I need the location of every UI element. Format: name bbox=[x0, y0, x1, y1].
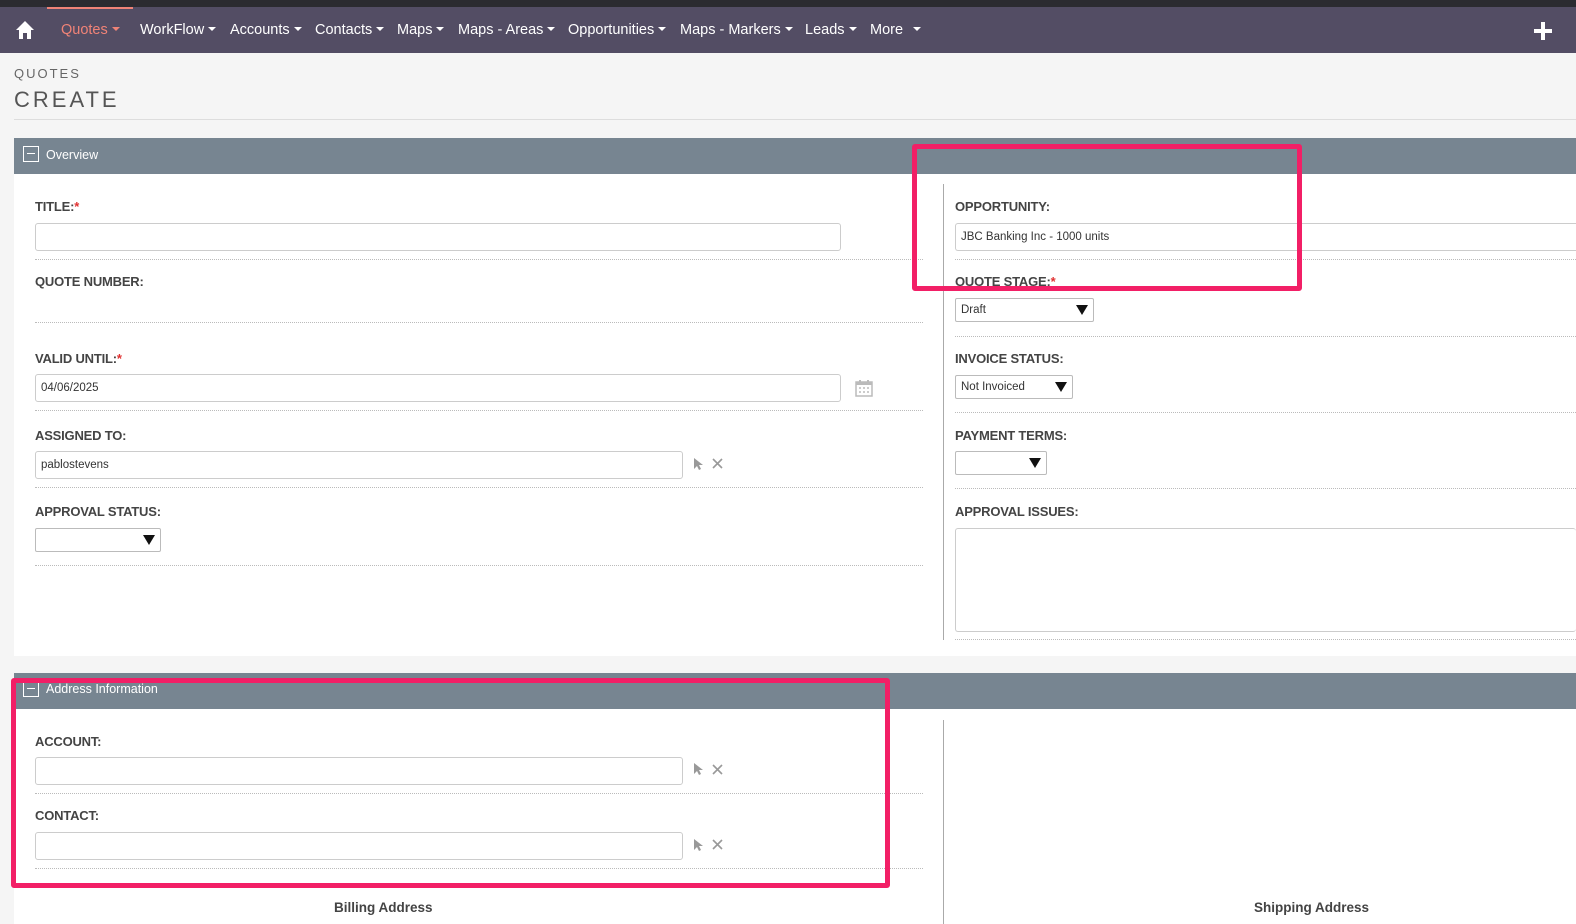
caret-down-icon bbox=[658, 27, 667, 31]
top-navigation-bar: Quotes WorkFlow Accounts Contacts Maps M… bbox=[0, 7, 1576, 53]
field-divider bbox=[955, 336, 1576, 337]
nav-item-maps[interactable]: Maps bbox=[397, 22, 445, 38]
field-divider bbox=[35, 259, 923, 260]
nav-item-label: Quotes bbox=[61, 22, 108, 38]
field-divider bbox=[955, 488, 1576, 489]
approval-issues-label: APPROVAL ISSUES: bbox=[955, 504, 1079, 519]
field-divider bbox=[955, 412, 1576, 413]
nav-item-more[interactable]: More bbox=[870, 22, 922, 38]
select-value: Not Invoiced bbox=[961, 381, 1025, 393]
select-cursor-icon[interactable] bbox=[693, 762, 705, 776]
select-value: Draft bbox=[961, 304, 986, 316]
caret-down-icon bbox=[111, 27, 120, 31]
nav-item-label: Accounts bbox=[230, 22, 290, 38]
nav-item-label: Maps bbox=[397, 22, 433, 38]
module-title: QUOTES bbox=[14, 66, 81, 81]
caret-down-icon bbox=[293, 27, 302, 31]
title-input[interactable] bbox=[35, 223, 841, 251]
nav-item-label: Maps - Areas bbox=[458, 22, 544, 38]
valid-until-label: VALID UNTIL:* bbox=[35, 351, 122, 366]
calendar-icon[interactable] bbox=[855, 379, 873, 397]
nav-item-label: Opportunities bbox=[568, 22, 655, 38]
collapse-icon[interactable] bbox=[23, 146, 39, 162]
clear-icon[interactable] bbox=[712, 764, 723, 775]
nav-item-leads[interactable]: Leads bbox=[805, 22, 857, 38]
select-cursor-icon[interactable] bbox=[693, 838, 705, 852]
contact-label: CONTACT: bbox=[35, 808, 99, 823]
address-panel-header[interactable]: Address Information bbox=[14, 673, 1576, 709]
title-label: TITLE:* bbox=[35, 199, 80, 214]
approval-status-label: APPROVAL STATUS: bbox=[35, 504, 161, 519]
nav-item-label: Leads bbox=[805, 22, 845, 38]
payment-terms-select[interactable] bbox=[955, 451, 1047, 475]
payment-terms-label: PAYMENT TERMS: bbox=[955, 428, 1068, 443]
overview-panel-body: TITLE:* QUOTE NUMBER: VALID UNTIL:* 04/0… bbox=[14, 174, 1576, 656]
caret-down-icon bbox=[208, 27, 217, 31]
nav-item-label: Maps - Markers bbox=[680, 22, 781, 38]
address-panel-body: ACCOUNT: CONTACT: Billing Address Shippi… bbox=[14, 709, 1576, 924]
dropdown-arrow-icon bbox=[1076, 305, 1088, 315]
nav-item-label: Contacts bbox=[315, 22, 373, 38]
opportunity-label: OPPORTUNITY: bbox=[955, 199, 1050, 214]
assigned-to-label: ASSIGNED TO: bbox=[35, 428, 127, 443]
invoice-status-select[interactable]: Not Invoiced bbox=[955, 375, 1073, 399]
field-divider bbox=[35, 487, 923, 488]
nav-item-opportunities[interactable]: Opportunities bbox=[568, 22, 667, 38]
caret-down-icon bbox=[913, 27, 922, 31]
plus-icon[interactable] bbox=[1533, 21, 1553, 41]
caret-down-icon bbox=[436, 27, 445, 31]
approval-issues-textarea[interactable] bbox=[955, 528, 1576, 632]
nav-item-label: More bbox=[870, 22, 904, 38]
field-divider bbox=[35, 410, 923, 411]
column-divider bbox=[943, 184, 944, 640]
contact-input[interactable] bbox=[35, 832, 683, 860]
collapse-icon[interactable] bbox=[23, 681, 39, 697]
nav-item-maps-areas[interactable]: Maps - Areas bbox=[458, 22, 556, 38]
field-divider bbox=[955, 639, 1576, 640]
account-input[interactable] bbox=[35, 757, 683, 785]
clear-icon[interactable] bbox=[712, 458, 723, 469]
home-icon[interactable] bbox=[14, 19, 36, 41]
nav-item-quotes[interactable]: Quotes bbox=[61, 22, 120, 38]
quote-number-label: QUOTE NUMBER: bbox=[35, 274, 144, 289]
nav-item-maps-markers[interactable]: Maps - Markers bbox=[680, 22, 793, 38]
valid-until-input[interactable]: 04/06/2025 bbox=[35, 374, 841, 402]
caret-down-icon bbox=[848, 27, 857, 31]
caret-down-icon bbox=[784, 27, 793, 31]
select-cursor-icon[interactable] bbox=[693, 457, 705, 471]
page-title: CREATE bbox=[14, 87, 120, 112]
dropdown-arrow-icon bbox=[1055, 382, 1067, 392]
title-divider bbox=[14, 119, 1576, 120]
dropdown-arrow-icon bbox=[1029, 458, 1041, 468]
nav-item-workflow[interactable]: WorkFlow bbox=[140, 22, 217, 38]
clear-icon[interactable] bbox=[712, 839, 723, 850]
opportunity-input[interactable]: JBC Banking Inc - 1000 units bbox=[955, 223, 1576, 251]
billing-address-heading: Billing Address bbox=[334, 900, 433, 915]
caret-down-icon bbox=[376, 27, 385, 31]
quote-stage-label: QUOTE STAGE:* bbox=[955, 274, 1056, 289]
address-panel-title: Address Information bbox=[46, 682, 158, 696]
shipping-address-heading: Shipping Address bbox=[1254, 900, 1370, 915]
dropdown-arrow-icon bbox=[143, 535, 155, 545]
quote-stage-select[interactable]: Draft bbox=[955, 298, 1094, 322]
approval-status-select[interactable] bbox=[35, 528, 161, 552]
nav-item-accounts[interactable]: Accounts bbox=[230, 22, 302, 38]
column-divider bbox=[943, 720, 944, 924]
invoice-status-label: INVOICE STATUS: bbox=[955, 351, 1064, 366]
active-tab-indicator bbox=[47, 7, 133, 9]
top-strip bbox=[0, 0, 1576, 7]
nav-item-label: WorkFlow bbox=[140, 22, 205, 38]
overview-panel-title: Overview bbox=[46, 148, 99, 162]
caret-down-icon bbox=[547, 27, 556, 31]
field-divider bbox=[35, 868, 923, 869]
field-divider bbox=[955, 259, 1576, 260]
assigned-to-input[interactable]: pablostevens bbox=[35, 451, 683, 479]
field-divider bbox=[35, 322, 923, 323]
overview-panel-header[interactable]: Overview bbox=[14, 138, 1576, 174]
nav-item-contacts[interactable]: Contacts bbox=[315, 22, 385, 38]
field-divider bbox=[35, 793, 923, 794]
account-label: ACCOUNT: bbox=[35, 734, 102, 749]
field-divider bbox=[35, 565, 923, 566]
